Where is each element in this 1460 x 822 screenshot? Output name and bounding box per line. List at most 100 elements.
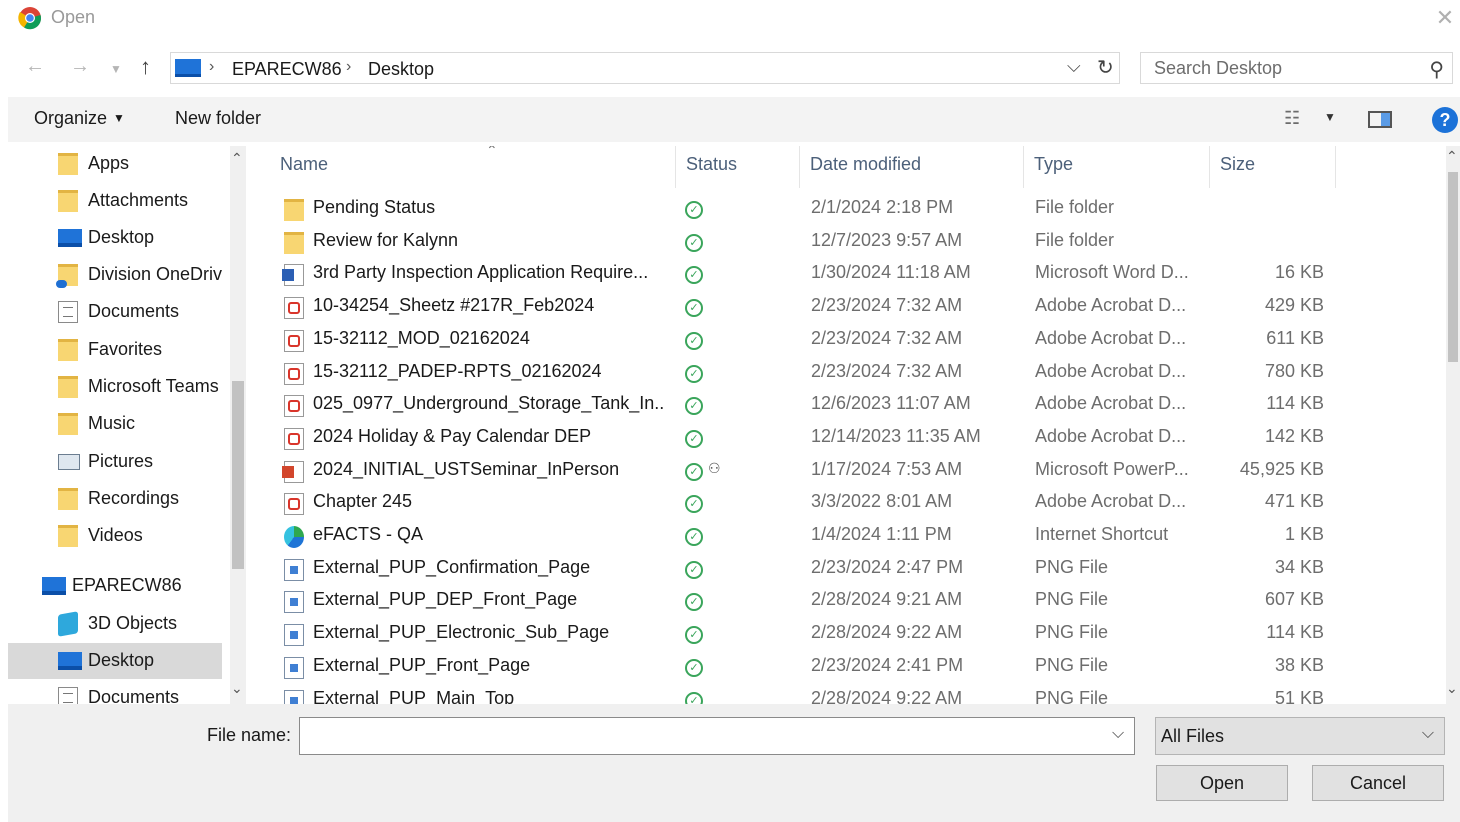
file-row[interactable]: External_PUP_Main_Top ✓ 2/28/2024 9:22 AM P… bbox=[250, 685, 1340, 705]
new-folder-button[interactable]: New folder bbox=[175, 108, 261, 129]
desktop-icon bbox=[58, 652, 82, 670]
sidebar-item[interactable]: Apps bbox=[8, 146, 222, 182]
sidebar-item[interactable]: Desktop bbox=[8, 220, 222, 256]
column-header-date-modified[interactable]: Date modified bbox=[800, 146, 1024, 188]
breadcrumb-separator-icon[interactable]: › bbox=[209, 58, 214, 76]
recent-locations-chevron-icon[interactable]: ▼ bbox=[110, 62, 122, 76]
dialog-title: Open bbox=[51, 7, 96, 27]
file-row[interactable]: External_PUP_Electronic_Sub_Page ✓ 2/28/20… bbox=[250, 619, 1340, 651]
sync-status-ok-icon: ✓ bbox=[685, 266, 703, 285]
organize-button[interactable]: Organize ▼ bbox=[34, 108, 125, 129]
file-row[interactable]: eFACTS - QA ✓ 1/4/2024 1:11 PM Internet Sho… bbox=[250, 521, 1340, 553]
sidebar-item[interactable]: EPARECW86 bbox=[8, 568, 222, 604]
scroll-down-icon[interactable]: ⌄ bbox=[1446, 680, 1458, 697]
breadcrumb-computer[interactable]: EPARECW86 bbox=[232, 59, 342, 80]
folder-icon bbox=[58, 488, 78, 510]
up-arrow-icon[interactable]: ↑ bbox=[140, 54, 151, 80]
sidebar-item[interactable]: Documents bbox=[8, 294, 222, 330]
desktop-icon bbox=[58, 229, 82, 247]
sync-status-ok-icon: ✓ bbox=[685, 364, 703, 383]
address-dropdown-icon[interactable]: ⌵ bbox=[1067, 56, 1081, 77]
file-row[interactable]: 15-32112_MOD_02162024 ✓ 2/23/2024 7:32 AM A… bbox=[250, 325, 1340, 357]
folder-icon bbox=[284, 199, 304, 221]
word-icon bbox=[282, 264, 304, 287]
file-size: 51 KB bbox=[1274, 687, 1324, 705]
file-row[interactable]: External_PUP_DEP_Front_Page ✓ 2/28/2024 9:… bbox=[250, 586, 1340, 618]
column-header-status[interactable]: Status bbox=[676, 146, 800, 188]
chevron-down-icon: ▼ bbox=[113, 111, 125, 125]
sidebar-item[interactable]: Documents bbox=[8, 680, 222, 704]
file-row[interactable]: Pending Status ✓ 2/1/2024 2:18 PM File fold… bbox=[250, 194, 1340, 226]
file-list-scrollbar[interactable]: ⌃ ⌄ bbox=[1446, 146, 1460, 704]
sidebar-item[interactable]: Videos bbox=[8, 518, 222, 554]
file-size: 607 KB bbox=[1264, 589, 1324, 610]
scroll-up-icon[interactable]: ⌃ bbox=[231, 150, 243, 167]
file-list: ⌃ Name Status Date modified Type Size Pen… bbox=[250, 146, 1446, 704]
sync-status-ok-icon: ✓ bbox=[685, 691, 703, 704]
address-bar[interactable]: › EPARECW86 › Desktop ⌵ ↻ bbox=[170, 52, 1120, 84]
pdf-icon bbox=[284, 395, 304, 418]
web-shortcut-icon bbox=[284, 526, 304, 548]
view-options-icon[interactable]: ☷ bbox=[1284, 108, 1300, 129]
file-row[interactable]: 3rd Party Inspection Application Require… bbox=[250, 259, 1340, 291]
file-type-select[interactable]: All Files ⌵ bbox=[1155, 717, 1445, 755]
file-name-dropdown-icon[interactable]: ⌵ bbox=[1112, 725, 1124, 743]
file-row[interactable]: 2024 Holiday & Pay Calendar DEP ✓ 12/14/20… bbox=[250, 423, 1340, 455]
open-button[interactable]: Open bbox=[1156, 765, 1288, 801]
pdf-icon bbox=[284, 329, 304, 352]
close-button[interactable]: ✕ bbox=[1430, 0, 1460, 36]
preview-pane-icon[interactable] bbox=[1368, 111, 1392, 128]
cancel-button[interactable]: Cancel bbox=[1312, 765, 1444, 801]
file-row[interactable]: 15-32112_PADEP-RPTS_02162024 ✓ 2/23/2024 7… bbox=[250, 358, 1340, 390]
sidebar-item[interactable]: Division OneDrive bbox=[8, 257, 222, 293]
column-header-name[interactable]: ⌃ Name bbox=[270, 146, 676, 188]
file-row[interactable]: Review for Kalynn ✓ 12/7/2023 9:57 AM File … bbox=[250, 227, 1340, 259]
sync-status-ok-icon: ✓ bbox=[685, 495, 703, 514]
search-input[interactable]: Search Desktop bbox=[1154, 58, 1282, 79]
back-arrow-icon[interactable]: ← bbox=[25, 55, 45, 78]
scroll-up-icon[interactable]: ⌃ bbox=[1446, 148, 1458, 165]
search-box[interactable]: Search Desktop ⚲ bbox=[1140, 52, 1453, 84]
refresh-icon[interactable]: ↻ bbox=[1097, 55, 1114, 80]
documents-icon bbox=[58, 301, 78, 323]
file-name-input[interactable] bbox=[299, 717, 1135, 755]
file-name: External_PUP_Electronic_Sub_Page bbox=[313, 622, 610, 643]
file-row[interactable]: 025_0977_Underground_Storage_Tank_In... ✓… bbox=[250, 390, 1340, 422]
file-size: 34 KB bbox=[1274, 556, 1324, 577]
file-row[interactable]: 10-34254_Sheetz #217R_Feb2024 ✓ 2/23/2024 … bbox=[250, 292, 1340, 324]
png-icon bbox=[284, 624, 304, 647]
computer-icon bbox=[175, 59, 201, 77]
breadcrumb-desktop[interactable]: Desktop bbox=[368, 59, 434, 80]
sidebar-item[interactable]: Desktop bbox=[8, 643, 222, 679]
file-type: File folder bbox=[1035, 197, 1115, 217]
file-name: 2024_INITIAL_USTSeminar_InPerson bbox=[313, 458, 620, 479]
sidebar-item[interactable]: Music bbox=[8, 406, 222, 442]
file-row[interactable]: Chapter 245 ✓ 3/3/2022 8:01 AM Adobe Acroba… bbox=[250, 488, 1340, 520]
sidebar-item[interactable]: Microsoft Teams bbox=[8, 369, 222, 405]
folder-icon bbox=[58, 413, 78, 435]
navigation-pane-scrollbar[interactable]: ⌃ ⌄ bbox=[230, 146, 246, 704]
scrollbar-thumb[interactable] bbox=[232, 381, 244, 569]
sync-status-ok-icon: ✓ bbox=[685, 331, 703, 350]
sidebar-item[interactable]: Attachments bbox=[8, 183, 222, 219]
file-date-modified: 2/28/2024 9:22 AM bbox=[811, 622, 963, 643]
file-type: Adobe Acrobat D... bbox=[1035, 360, 1187, 381]
sidebar-item[interactable]: 3D Objects bbox=[8, 606, 222, 642]
sidebar-item[interactable]: Favorites bbox=[8, 332, 222, 368]
help-icon[interactable]: ? bbox=[1432, 107, 1458, 133]
scroll-down-icon[interactable]: ⌄ bbox=[231, 680, 243, 697]
scrollbar-thumb[interactable] bbox=[1448, 172, 1458, 362]
breadcrumb-separator-icon[interactable]: › bbox=[346, 58, 351, 76]
column-header-type[interactable]: Type bbox=[1024, 146, 1210, 188]
file-type: Microsoft PowerP... bbox=[1035, 458, 1189, 479]
view-dropdown-icon[interactable]: ▼ bbox=[1324, 110, 1336, 124]
sidebar-item[interactable]: Pictures bbox=[8, 444, 222, 480]
file-row[interactable]: 2024_INITIAL_USTSeminar_InPerson ✓ ⚇ 1/17/2… bbox=[250, 456, 1340, 488]
file-row[interactable]: External_PUP_Front_Page ✓ 2/23/2024 2:41 P… bbox=[250, 652, 1340, 684]
sidebar-item[interactable]: Recordings bbox=[8, 481, 222, 517]
sidebar-item-label: Documents bbox=[88, 687, 180, 704]
column-header-size[interactable]: Size bbox=[1210, 146, 1336, 188]
forward-arrow-icon[interactable]: → bbox=[70, 55, 90, 78]
file-row[interactable]: External_PUP_Confirmation_Page ✓ 2/23/2024… bbox=[250, 554, 1340, 586]
search-icon[interactable]: ⚲ bbox=[1429, 57, 1444, 82]
